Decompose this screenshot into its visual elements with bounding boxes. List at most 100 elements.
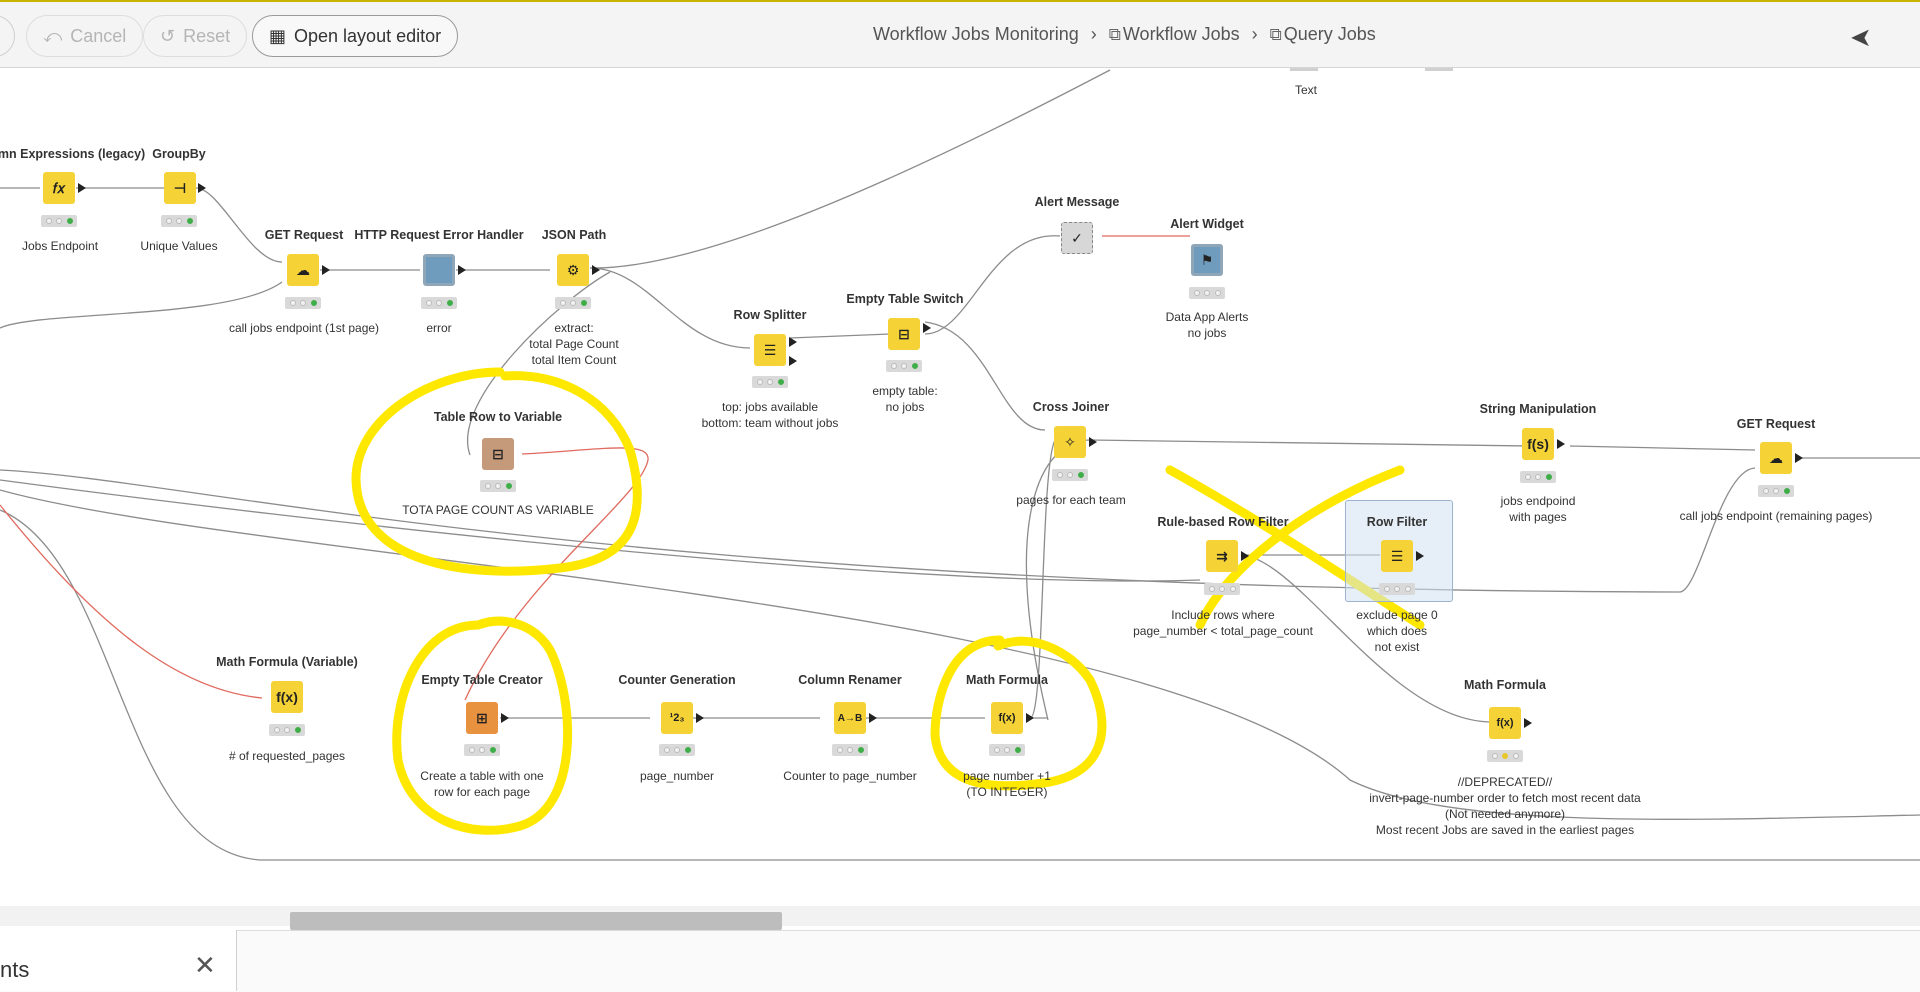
output-port[interactable] — [1416, 551, 1424, 561]
breadcrumb-item-workflow-jobs-monitoring[interactable]: Workflow Jobs Monitoring — [873, 24, 1079, 45]
status-dot — [294, 727, 301, 733]
output-port[interactable] — [789, 337, 797, 347]
groupby-node[interactable]: ⊣ — [164, 172, 196, 204]
node-label-jobs-endpoint: Jobs Endpoint — [21, 239, 99, 253]
json-path-node[interactable]: ⚙ — [557, 254, 589, 286]
partial-toolbar-button[interactable] — [0, 15, 15, 57]
label-line: total Item Count — [531, 353, 617, 367]
alert-widget-node[interactable]: ⚑ — [1191, 244, 1223, 276]
status-dot — [1394, 586, 1400, 592]
http-error-handler-node[interactable] — [423, 254, 455, 286]
reset-icon: ↺ — [160, 26, 176, 46]
output-port[interactable] — [869, 713, 877, 723]
json-path-icon: ⚙ — [566, 261, 580, 278]
node-title-table-row-to-variable: Table Row to Variable — [433, 410, 563, 424]
status-dot — [1491, 753, 1498, 759]
node-status — [1189, 287, 1225, 299]
cancel-button[interactable]: ⤺ Cancel — [26, 15, 144, 57]
node-status — [1758, 485, 1794, 497]
node-status — [161, 215, 197, 227]
status-dot — [767, 379, 773, 385]
close-icon[interactable]: ✕ — [194, 950, 216, 981]
filter-arrow-icon: ⇉ — [1216, 547, 1228, 564]
row-splitter-node[interactable]: ☰ — [754, 334, 786, 366]
status-dot — [436, 300, 442, 306]
output-port[interactable] — [322, 265, 330, 275]
output-port[interactable] — [696, 713, 704, 723]
column-expressions-node[interactable]: 𝑓𝑥 — [43, 172, 75, 204]
node-title-http-error-handler: HTTP Request Error Handler — [354, 228, 524, 242]
status-dot — [300, 300, 306, 306]
horizontal-scrollbar-track[interactable] — [0, 906, 1920, 926]
get-request-node[interactable]: ☁ — [287, 254, 319, 286]
string-manipulation-node[interactable]: f(s) — [1522, 428, 1554, 460]
node-title-string-manipulation: String Manipulation — [1479, 402, 1597, 416]
output-port[interactable] — [458, 265, 466, 275]
label-line: (TO INTEGER) — [966, 785, 1048, 799]
cancel-label: Cancel — [70, 25, 127, 46]
open-layout-editor-button[interactable]: ▦ Open layout editor — [252, 15, 459, 57]
reset-button[interactable]: ↺ Reset — [143, 15, 248, 57]
node-label-requested-pages: # of requested_pages — [228, 749, 346, 763]
alert-message-node[interactable]: ✓ — [1061, 222, 1093, 254]
node-label-page-number-plus-one: page number +1 (TO INTEGER) — [963, 768, 1051, 800]
status-dot — [425, 300, 432, 306]
row-filter-node[interactable]: ☰ — [1381, 540, 1413, 572]
connection-wire — [589, 69, 1111, 269]
status-dot — [1383, 586, 1390, 592]
bottom-panel — [0, 930, 1920, 992]
get-request-node-2[interactable]: ☁ — [1760, 442, 1792, 474]
node-label-create-table: Create a table with one row for each pag… — [420, 768, 543, 800]
math-formula-variable-node[interactable]: f(x) — [271, 681, 303, 713]
label-line: page number +1 — [963, 769, 1051, 783]
node-label-extract: extract: total Page Count total Item Cou… — [529, 320, 618, 368]
empty-table-switch-node[interactable]: ⊟ — [888, 318, 920, 350]
output-port[interactable] — [198, 183, 206, 193]
horizontal-scrollbar-thumb[interactable] — [290, 912, 782, 930]
node-status — [1520, 471, 1556, 483]
node-label-deprecated: //DEPRECATED// invert-page-number order … — [1369, 774, 1640, 838]
rule-based-row-filter-node[interactable]: ⇉ — [1206, 540, 1238, 572]
workflow-canvas[interactable]: Text lumn Expressions (legacy) 𝑓𝑥 Jobs E… — [0, 68, 1920, 906]
math-formula-node[interactable]: f(x) — [991, 702, 1023, 734]
output-port[interactable] — [501, 713, 509, 723]
math-formula-node-2[interactable]: f(x) — [1489, 707, 1521, 739]
output-port[interactable] — [1795, 453, 1803, 463]
status-dot — [684, 747, 691, 753]
breadcrumb-item-workflow-jobs[interactable]: ⧉ Workflow Jobs — [1109, 24, 1240, 45]
empty-table-creator-node[interactable]: ⊞ — [466, 702, 498, 734]
node-label-exclude-page: exclude page 0 which does not exist — [1356, 607, 1437, 655]
output-port[interactable] — [1026, 713, 1034, 723]
output-port[interactable] — [592, 265, 600, 275]
label-line: which does — [1366, 624, 1428, 638]
output-port[interactable] — [78, 183, 86, 193]
breadcrumb-item-query-jobs[interactable]: ⧉ Query Jobs — [1270, 24, 1376, 45]
output-port[interactable] — [1089, 437, 1097, 447]
output-port[interactable] — [789, 356, 797, 366]
status-dot — [1056, 472, 1063, 478]
status-dot — [468, 747, 475, 753]
variable-wire — [0, 504, 263, 699]
component-icon: ⧉ — [1108, 25, 1121, 44]
node-title-get-request-2: GET Request — [1736, 417, 1816, 431]
output-port[interactable] — [1524, 718, 1532, 728]
status-dot — [489, 747, 496, 753]
status-dot — [1502, 753, 1508, 759]
status-dot — [1783, 488, 1790, 494]
column-renamer-node[interactable]: A→B — [834, 702, 866, 734]
table-row-to-variable-node[interactable]: ⊟ — [482, 438, 514, 470]
status-dot — [484, 483, 491, 489]
status-dot — [1193, 290, 1200, 296]
cross-joiner-node[interactable]: ✧ — [1054, 426, 1086, 458]
node-status — [285, 297, 321, 309]
status-dot — [505, 483, 512, 489]
pointer-mode-icon[interactable]: ➤ — [1850, 22, 1872, 53]
output-port[interactable] — [923, 323, 931, 333]
table-switch-icon: ⊟ — [898, 325, 910, 342]
output-port[interactable] — [1557, 439, 1565, 449]
output-port[interactable] — [1241, 551, 1249, 561]
node-status — [1204, 583, 1240, 595]
status-dot — [1004, 747, 1010, 753]
counter-generation-node[interactable]: ¹2₃ — [661, 702, 693, 734]
node-title-cross-joiner: Cross Joiner — [1032, 400, 1110, 414]
